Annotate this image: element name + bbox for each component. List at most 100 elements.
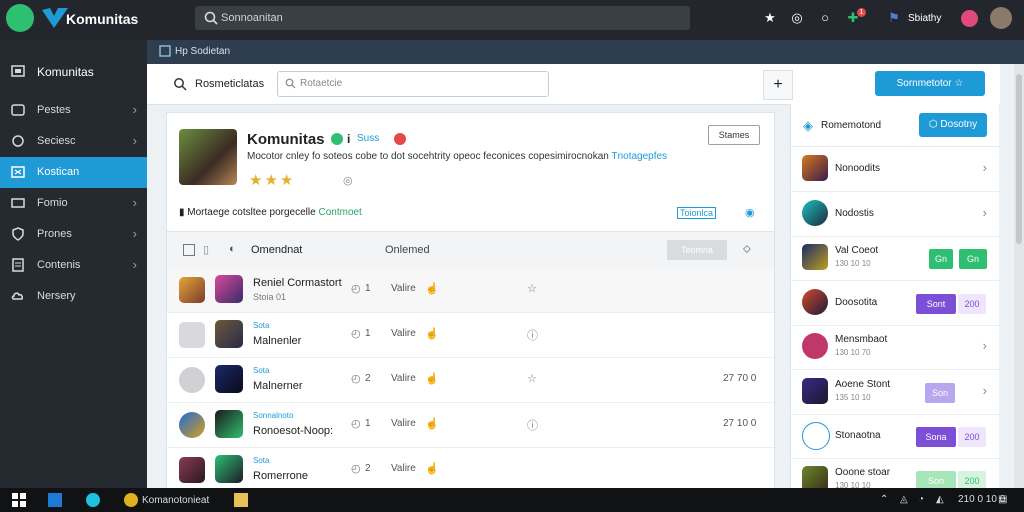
- clock-icon: ◴: [351, 418, 361, 430]
- like-icon[interactable]: ☝: [425, 282, 439, 295]
- folder-icon[interactable]: [234, 493, 248, 507]
- sidebar-item-label: Fomio: [37, 197, 68, 209]
- windows-start-icon[interactable]: [12, 493, 26, 507]
- sidebar-item-prones[interactable]: Prones ›: [0, 219, 147, 250]
- table-row[interactable]: Sonnalnoto Ronoesot-Noop: ◴ 1 Valire ☝ ⓘ…: [167, 403, 774, 448]
- add-button[interactable]: +: [763, 70, 793, 100]
- card-link[interactable]: Toionlca: [677, 207, 717, 219]
- row-icon: [179, 322, 205, 348]
- breadcrumb-text[interactable]: Hp Sodietan: [175, 46, 230, 57]
- sidebar-item-seciesc[interactable]: Seciesc ›: [0, 126, 147, 157]
- star-icon[interactable]: ★: [762, 10, 778, 26]
- sidebar-item-fomio[interactable]: Fomio ›: [0, 188, 147, 219]
- taskbar-app-label[interactable]: Komanotonieat: [142, 495, 209, 506]
- search-input[interactable]: Sonnoanitan: [221, 12, 283, 24]
- store-icon: [11, 166, 25, 178]
- row-avatar: [215, 320, 243, 348]
- like-icon[interactable]: ☝: [425, 462, 439, 475]
- game-thumbnail[interactable]: [179, 129, 237, 185]
- panel-item[interactable]: Doosotita Sont 200: [791, 281, 999, 326]
- panel-item-title: Mensmbaot: [835, 334, 888, 345]
- info-icon[interactable]: ◉: [745, 206, 755, 219]
- panel-item-button[interactable]: 200: [958, 294, 986, 314]
- panel-item-button[interactable]: Sona: [916, 427, 956, 447]
- app-logo-icon[interactable]: [6, 4, 34, 32]
- filter-search-input[interactable]: Rotaetcie: [277, 71, 549, 97]
- panel-item-button[interactable]: Son: [925, 383, 955, 403]
- chevron-right-icon: ›: [132, 102, 137, 117]
- star-outline-icon[interactable]: ☆: [527, 372, 537, 385]
- toolbar-title: Rosmeticlatas: [195, 78, 265, 90]
- sidebar: Komunitas Pestes › Seciesc › Kostican Fo…: [0, 40, 147, 488]
- sidebar-item-pestes[interactable]: Pestes ›: [0, 95, 147, 126]
- info-icon: i: [347, 132, 351, 146]
- notifications-icon[interactable]: ▤: [998, 494, 1007, 505]
- row-icon: [179, 412, 205, 438]
- sidebar-item-kostican[interactable]: Kostican: [0, 157, 147, 188]
- table-row[interactable]: Sota Romerrone ◴ 2 Valire ☝: [167, 448, 774, 489]
- like-icon[interactable]: ☝: [425, 327, 439, 340]
- select-all-checkbox[interactable]: [183, 244, 195, 256]
- file-explorer-icon[interactable]: [48, 493, 62, 507]
- row-avatar: [215, 455, 243, 483]
- card-action-button[interactable]: Stames: [708, 125, 760, 145]
- panel-item-button[interactable]: Sont: [916, 294, 956, 314]
- row-tag: Sota: [253, 321, 270, 330]
- row-avatar: [215, 365, 243, 393]
- panel-item[interactable]: Val Coeot 130 10 10 Gn Gn: [791, 236, 999, 281]
- user-name[interactable]: Sbiathy: [908, 13, 941, 24]
- sort-icon[interactable]: ⬦: [743, 243, 751, 256]
- table-action-button[interactable]: Teomna: [667, 240, 727, 260]
- panel-item[interactable]: Aoene Stont 135 10 10 Son ›: [791, 370, 999, 415]
- column-header-name[interactable]: Omendnat: [251, 244, 302, 256]
- edge-icon[interactable]: [86, 493, 100, 507]
- settings-icon[interactable]: ◎: [789, 10, 805, 26]
- panel-item[interactable]: Ooone stoar 130 10 10 Son 200: [791, 458, 999, 492]
- circle-icon[interactable]: ○: [817, 10, 833, 26]
- sidebar-item-contenis[interactable]: Contenis ›: [0, 250, 147, 281]
- row-avatar: [215, 410, 243, 438]
- scrollbar-thumb[interactable]: [1016, 74, 1022, 244]
- star-outline-icon[interactable]: ☆: [527, 282, 537, 295]
- panel-item-button[interactable]: 200: [958, 427, 986, 447]
- table-row[interactable]: Reniel Cormastort Stoia 01 ◴ 1 Valire ☝ …: [167, 268, 774, 313]
- like-icon[interactable]: ☝: [425, 372, 439, 385]
- chevron-up-icon[interactable]: ⌃: [880, 494, 888, 505]
- chrome-icon[interactable]: [124, 493, 138, 507]
- global-search[interactable]: Sonnoanitan: [195, 6, 690, 30]
- table-row[interactable]: Sota Malnenler ◴ 1 Valire ☝ ⓘ: [167, 313, 774, 358]
- recommend-panel: ◈ Romemotond ⬡ Dosotny Nonoodits › Nodos…: [790, 104, 999, 492]
- user-avatar-small[interactable]: [961, 10, 978, 27]
- subtitle-status: Contmoet: [318, 207, 362, 218]
- description-link[interactable]: Tnotagepfes: [611, 151, 667, 162]
- star-icon: ☆: [954, 78, 964, 89]
- description-text: Mocotor cnley fo soteos cobe to dot soce…: [247, 151, 609, 162]
- new-button[interactable]: Sornmetotor ☆: [875, 71, 985, 96]
- panel-item[interactable]: Stonaotna Sona 200: [791, 414, 999, 459]
- panel-item[interactable]: Nonoodits ›: [791, 147, 999, 192]
- sidebar-item-nersery[interactable]: Nersery: [0, 281, 147, 312]
- network-icon[interactable]: ◬: [900, 494, 908, 505]
- column-header-status[interactable]: Onlemed: [385, 244, 430, 256]
- page-scrollbar[interactable]: [1014, 64, 1024, 488]
- panel-item-icon: [802, 244, 828, 270]
- panel-item[interactable]: Mensmbaot 130 10 70 ›: [791, 325, 999, 370]
- panel-item-button[interactable]: Gn: [959, 249, 987, 269]
- chevron-right-icon: ›: [982, 160, 987, 175]
- like-icon[interactable]: ☝: [425, 417, 439, 430]
- options-icon[interactable]: ◎: [343, 174, 353, 187]
- sidebar-header[interactable]: Komunitas: [0, 40, 147, 98]
- panel-item-button[interactable]: Gn: [929, 249, 953, 269]
- chevron-right-icon: ›: [982, 383, 987, 398]
- panel-item[interactable]: Nodostis ›: [791, 192, 999, 237]
- wifi-icon[interactable]: ◔: [918, 494, 924, 505]
- panel-action-button[interactable]: ⬡ Dosotny: [919, 113, 987, 137]
- panel-item-sub: 135 10 10: [835, 393, 871, 402]
- table-row[interactable]: Sota Malnerner ◴ 2 Valire ☝ ☆ 27 70 0: [167, 358, 774, 403]
- volume-icon[interactable]: ◭: [936, 494, 944, 505]
- user-avatar[interactable]: [990, 7, 1012, 29]
- flag-icon[interactable]: ⚑: [886, 10, 902, 26]
- search-icon: [204, 11, 218, 25]
- card-subtitle: ▮ Mortaege cotsltee porgecelle Contmoet: [179, 207, 362, 218]
- page-icon: [159, 45, 171, 57]
